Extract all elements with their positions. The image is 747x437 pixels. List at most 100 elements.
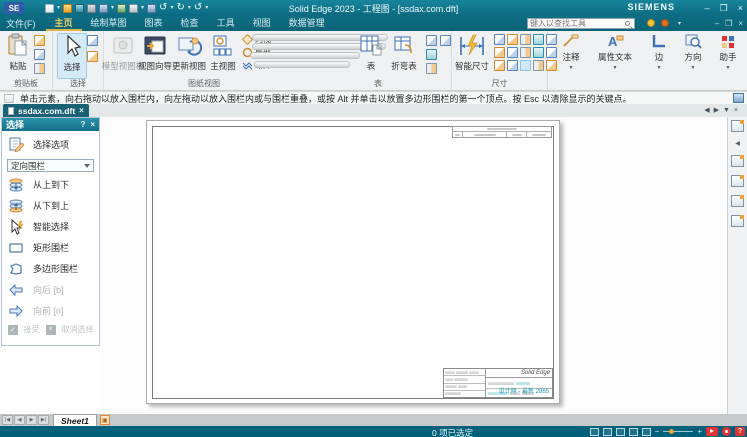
zoom-slider-knob[interactable] xyxy=(669,429,674,434)
sheet-view-icon[interactable] xyxy=(629,428,638,436)
zoom-out-icon[interactable]: − xyxy=(655,428,660,436)
groups-icon[interactable] xyxy=(731,215,744,227)
feedback-sad-icon[interactable] xyxy=(661,19,669,27)
dimension-g-icon[interactable] xyxy=(507,60,518,71)
parts-list-icon[interactable] xyxy=(426,35,437,46)
edit-sheet-icon[interactable]: ▣ xyxy=(100,415,110,425)
redo-icon[interactable]: ↻ xyxy=(176,3,184,13)
zoom-in-icon[interactable]: + xyxy=(697,428,702,436)
new-dropdown-icon[interactable]: ▾ xyxy=(57,5,60,11)
accept-check-icon[interactable]: ✓ xyxy=(8,325,18,335)
distance-between-icon[interactable] xyxy=(494,34,505,45)
feedback-dropdown-icon[interactable]: ▾ xyxy=(678,21,681,27)
print-icon[interactable] xyxy=(129,4,138,13)
first-sheet-button[interactable]: |◀ xyxy=(2,415,13,425)
copy-small-icon[interactable] xyxy=(34,49,45,60)
hole-table-icon[interactable] xyxy=(426,49,437,60)
back-item[interactable]: 向后 [b] xyxy=(2,279,99,300)
tab-data-management[interactable]: 数据管理 xyxy=(280,16,334,31)
select-panel-header[interactable]: 选择 ? × xyxy=(2,118,99,131)
dimension-i-icon[interactable] xyxy=(533,60,544,71)
deselect-icon[interactable] xyxy=(87,51,98,62)
fence-mode-combobox[interactable]: 定向围栏 xyxy=(7,159,94,172)
close-button[interactable]: × xyxy=(738,3,743,13)
smart-dimension-button[interactable]: 智能尺寸 xyxy=(454,33,490,72)
angle-between-icon[interactable] xyxy=(507,34,518,45)
tab-view[interactable]: 视图 xyxy=(244,16,280,31)
dimension-c-icon[interactable] xyxy=(520,47,531,58)
layers-icon[interactable] xyxy=(731,175,744,187)
minimize-button[interactable]: – xyxy=(705,3,710,13)
dimension-a-icon[interactable] xyxy=(494,47,505,58)
feedback-happy-icon[interactable] xyxy=(647,19,655,27)
redo-dropdown-icon[interactable]: ▾ xyxy=(188,5,191,11)
zoom-slider[interactable] xyxy=(663,431,693,432)
drawing-canvas[interactable]: Solid Edge 设计网 - 最新 2865 xyxy=(101,117,727,414)
forward-item[interactable]: 向前 [n] xyxy=(2,300,99,321)
doc-close-button[interactable]: × xyxy=(738,19,743,28)
tab-home[interactable]: 主页 xyxy=(46,16,82,31)
dimension-h-icon[interactable] xyxy=(520,60,531,71)
record-icon[interactable] xyxy=(722,427,731,436)
orientation-button[interactable]: 方向 ▼ xyxy=(676,33,710,71)
save-icon[interactable] xyxy=(87,4,96,13)
drawing-sheet[interactable]: Solid Edge 设计网 - 最新 2865 xyxy=(146,120,560,404)
family-table-icon[interactable] xyxy=(426,63,437,74)
zoom-area-icon[interactable] xyxy=(616,428,625,436)
prev-sheet-button[interactable]: ◀ xyxy=(14,415,25,425)
coordinate-dimension-icon[interactable] xyxy=(520,34,531,45)
new-document-icon[interactable] xyxy=(45,4,54,13)
undo-dropdown-icon[interactable]: ▾ xyxy=(170,5,173,11)
dimension-d-icon[interactable] xyxy=(533,47,544,58)
file-menu[interactable]: 文件(F) xyxy=(0,17,46,30)
tab-scroll-controls[interactable]: ◀▶▼× xyxy=(704,106,742,114)
import-icon[interactable] xyxy=(75,4,84,13)
document-tab[interactable]: ssdax.com.dft × xyxy=(3,104,89,117)
select-button[interactable]: 选择 xyxy=(57,33,87,79)
tab-tools[interactable]: 工具 xyxy=(208,16,244,31)
sheet-views-icon[interactable] xyxy=(731,195,744,207)
update-views-button[interactable]: 更新视图 xyxy=(174,33,204,72)
property-text-button[interactable]: A 属性文本 ▼ xyxy=(592,33,638,71)
dock-collapse-icon[interactable]: ◀ xyxy=(735,140,740,147)
library-icon[interactable] xyxy=(731,155,744,167)
qat-customize-icon[interactable]: ▾ xyxy=(205,5,208,11)
revision-table[interactable] xyxy=(452,126,552,138)
save-as-icon[interactable] xyxy=(99,4,108,13)
sheet-tab-sheet1[interactable]: Sheet1 xyxy=(53,414,97,426)
restore-button[interactable]: ❐ xyxy=(720,3,728,14)
annotation-button[interactable]: 注释 ▼ xyxy=(552,33,590,71)
model-view-button[interactable]: 模型视图板 xyxy=(108,33,138,72)
rect-fence-item[interactable]: 矩形围栏 xyxy=(2,237,99,258)
command-search[interactable] xyxy=(527,18,635,29)
app-logo[interactable]: SE xyxy=(4,2,24,14)
tab-inspect[interactable]: 检查 xyxy=(172,16,208,31)
fit-view-icon[interactable] xyxy=(590,428,599,436)
open-icon[interactable] xyxy=(63,4,72,13)
panel-help-icon[interactable]: ? xyxy=(80,120,85,129)
dimension-b-icon[interactable] xyxy=(507,47,518,58)
tab-sketch[interactable]: 绘制草图 xyxy=(82,16,136,31)
doc-restore-button[interactable]: ❐ xyxy=(725,19,732,28)
smart-select-item[interactable]: 智能选择 xyxy=(2,216,99,237)
next-sheet-button[interactable]: ▶ xyxy=(26,415,37,425)
save-dropdown-icon[interactable]: ▾ xyxy=(111,5,114,11)
dimension-f-icon[interactable] xyxy=(494,60,505,71)
symmetric-diameter-icon[interactable] xyxy=(533,34,544,45)
table-button[interactable]: 表 xyxy=(356,33,386,72)
paste-button[interactable]: 粘贴 xyxy=(3,33,33,72)
tab-diagram[interactable]: 图表 xyxy=(136,16,172,31)
cut-small-icon[interactable] xyxy=(34,63,45,74)
cancel-x-icon[interactable]: × xyxy=(46,325,56,335)
revision-table-icon[interactable] xyxy=(440,35,451,46)
edge-button[interactable]: 边 ▼ xyxy=(644,33,674,71)
copy-icon[interactable] xyxy=(147,4,156,13)
paste-special-icon[interactable] xyxy=(34,35,45,46)
help-icon[interactable]: ? xyxy=(735,427,745,436)
poly-fence-item[interactable]: 多边形围栏 xyxy=(2,258,99,279)
principal-view-button[interactable]: 主视图 xyxy=(208,33,238,72)
assistant-button[interactable]: 助手 ▼ xyxy=(712,33,744,71)
grid-view-icon[interactable] xyxy=(642,428,651,436)
pathfinder-icon[interactable] xyxy=(731,120,744,132)
print-dropdown-icon[interactable]: ▾ xyxy=(141,5,144,11)
